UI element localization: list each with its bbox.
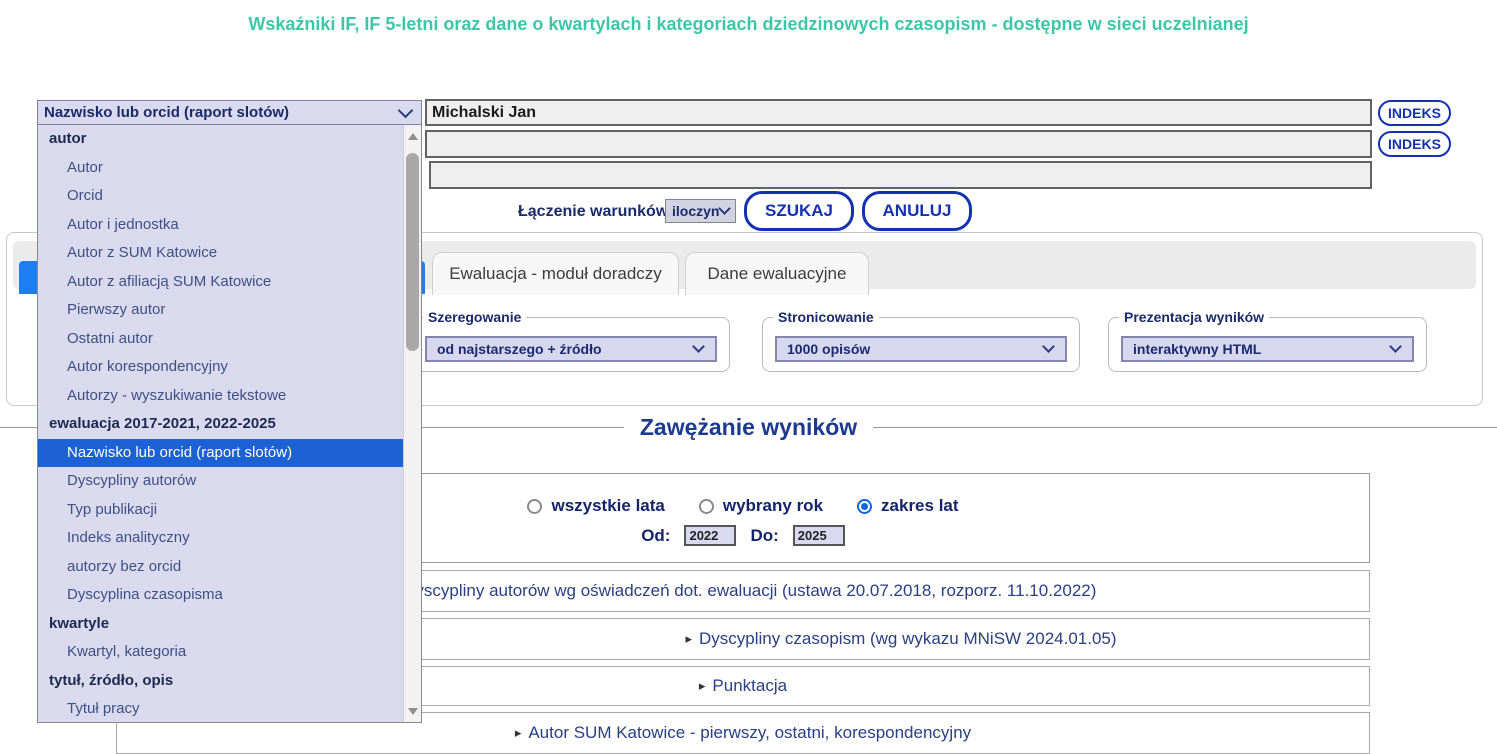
section-label: Dyscypliny czasopism (wg wykazu MNiSW 20… <box>699 629 1117 649</box>
indeks-button-1[interactable]: INDEKS <box>1378 100 1451 126</box>
search-term-input-1[interactable] <box>425 99 1372 126</box>
join-conditions-value: iloczyn <box>672 203 719 219</box>
dropdown-option[interactable]: Autor i jednostka <box>38 211 404 240</box>
scroll-up-icon[interactable] <box>404 127 421 145</box>
sorting-legend: Szeregowanie <box>423 309 526 325</box>
dropdown-option[interactable]: Autor z SUM Katowice <box>38 239 404 268</box>
cancel-button[interactable]: ANULUJ <box>862 191 972 231</box>
radio-icon[interactable] <box>699 499 714 514</box>
year-option[interactable]: wszystkie lata <box>527 496 664 516</box>
divider-line <box>873 427 1497 428</box>
dropdown-option[interactable]: Indeks analityczny <box>38 524 404 553</box>
paging-fieldset: Stronicowanie 1000 opisów <box>762 317 1080 372</box>
search-term-input-3[interactable] <box>429 161 1372 189</box>
dropdown-group-header: ewaluacja 2017-2021, 2022-2025 <box>38 410 404 439</box>
scroll-down-icon[interactable] <box>404 702 421 720</box>
year-option-label: zakres lat <box>881 496 959 516</box>
dropdown-option[interactable]: Dyscypliny autorów <box>38 467 404 496</box>
dropdown-option[interactable]: Autorzy - wyszukiwanie tekstowe <box>38 382 404 411</box>
criteria-dropdown-list: autorAutorOrcidAutor i jednostkaAutor z … <box>37 125 422 723</box>
paging-legend: Stronicowanie <box>773 309 879 325</box>
join-conditions-select[interactable]: iloczyn <box>665 199 736 223</box>
indeks-button-2[interactable]: INDEKS <box>1378 131 1451 157</box>
presentation-legend: Prezentacja wyników <box>1119 309 1269 325</box>
paging-select[interactable]: 1000 opisów <box>775 336 1067 362</box>
dropdown-option[interactable]: Orcid <box>38 182 404 211</box>
page-title: Wskaźniki IF, IF 5-letni oraz dane o kwa… <box>0 14 1497 35</box>
join-conditions-label: Łączenie warunków <box>518 203 668 221</box>
refine-heading: Zawężanie wyników <box>624 414 873 441</box>
tab-ewaluacja-modul-doradczy[interactable]: Ewaluacja - moduł doradczy <box>432 252 679 295</box>
chevron-down-icon <box>398 102 414 118</box>
dropdown-option[interactable]: Kwartyl, kategoria <box>38 638 404 667</box>
sorting-fieldset: Szeregowanie od najstarszego + źródło <box>412 317 730 372</box>
sorting-select[interactable]: od najstarszego + źródło <box>425 336 717 362</box>
dropdown-option[interactable]: Autor korespondencyjny <box>38 353 404 382</box>
section-label: Dyscypliny autorów wg oświadczeń dot. ew… <box>403 581 1096 601</box>
to-year-input[interactable] <box>793 525 845 546</box>
tab-label: Dane ewaluacyjne <box>708 264 847 284</box>
dropdown-option[interactable]: Dyscyplina czasopisma <box>38 581 404 610</box>
dropdown-option[interactable]: Autor <box>38 154 404 183</box>
criteria-select-value: Nazwisko lub orcid (raport slotów) <box>44 104 289 121</box>
radio-icon[interactable] <box>527 499 542 514</box>
dropdown-option[interactable]: Autor z afiliacją SUM Katowice <box>38 268 404 297</box>
search-button[interactable]: SZUKAJ <box>744 191 854 231</box>
presentation-select-value: interaktywny HTML <box>1133 341 1261 357</box>
criteria-select[interactable]: Nazwisko lub orcid (raport slotów) <box>37 100 422 125</box>
chevron-down-icon <box>718 202 731 215</box>
dropdown-scrollbar[interactable] <box>403 125 421 722</box>
tab-label: Ewaluacja - moduł doradczy <box>449 264 662 284</box>
dropdown-option[interactable]: Tytuł pracy <box>38 695 404 722</box>
radio-icon[interactable] <box>857 499 872 514</box>
criteria-dropdown-options: autorAutorOrcidAutor i jednostkaAutor z … <box>38 125 404 722</box>
presentation-select[interactable]: interaktywny HTML <box>1121 336 1414 362</box>
search-term-input-2[interactable] <box>425 130 1372 158</box>
dropdown-option[interactable]: Typ publikacji <box>38 496 404 525</box>
to-label: Do: <box>750 526 778 546</box>
expand-arrow-icon: ▸ <box>515 725 522 741</box>
scrollbar-thumb[interactable] <box>406 153 419 351</box>
dropdown-group-header: autor <box>38 125 404 154</box>
from-label: Od: <box>641 526 670 546</box>
chevron-down-icon <box>1042 340 1055 353</box>
sorting-select-value: od najstarszego + źródło <box>437 341 602 357</box>
year-option[interactable]: wybrany rok <box>699 496 823 516</box>
dropdown-option[interactable]: Ostatni autor <box>38 325 404 354</box>
year-option-label: wybrany rok <box>723 496 823 516</box>
paging-select-value: 1000 opisów <box>787 341 870 357</box>
from-year-input[interactable] <box>684 525 736 546</box>
presentation-fieldset: Prezentacja wyników interaktywny HTML <box>1108 317 1427 372</box>
dropdown-group-header: tytuł, źródło, opis <box>38 667 404 696</box>
chevron-down-icon <box>692 340 705 353</box>
dropdown-group-header: kwartyle <box>38 610 404 639</box>
expand-arrow-icon: ▸ <box>699 678 706 694</box>
dropdown-option[interactable]: autorzy bez orcid <box>38 553 404 582</box>
dropdown-option[interactable]: Pierwszy autor <box>38 296 404 325</box>
year-option-label: wszystkie lata <box>551 496 664 516</box>
expand-arrow-icon: ▸ <box>685 631 692 647</box>
year-option[interactable]: zakres lat <box>857 496 959 516</box>
chevron-down-icon <box>1389 340 1402 353</box>
dropdown-option[interactable]: Nazwisko lub orcid (raport slotów) <box>38 439 404 468</box>
tab-dane-ewaluacyjne[interactable]: Dane ewaluacyjne <box>685 252 869 295</box>
bibliography-search-page: Wskaźniki IF, IF 5-letni oraz dane o kwa… <box>0 0 1497 754</box>
section-label: Autor SUM Katowice - pierwszy, ostatni, … <box>528 723 971 743</box>
section-label: Punktacja <box>712 676 787 696</box>
